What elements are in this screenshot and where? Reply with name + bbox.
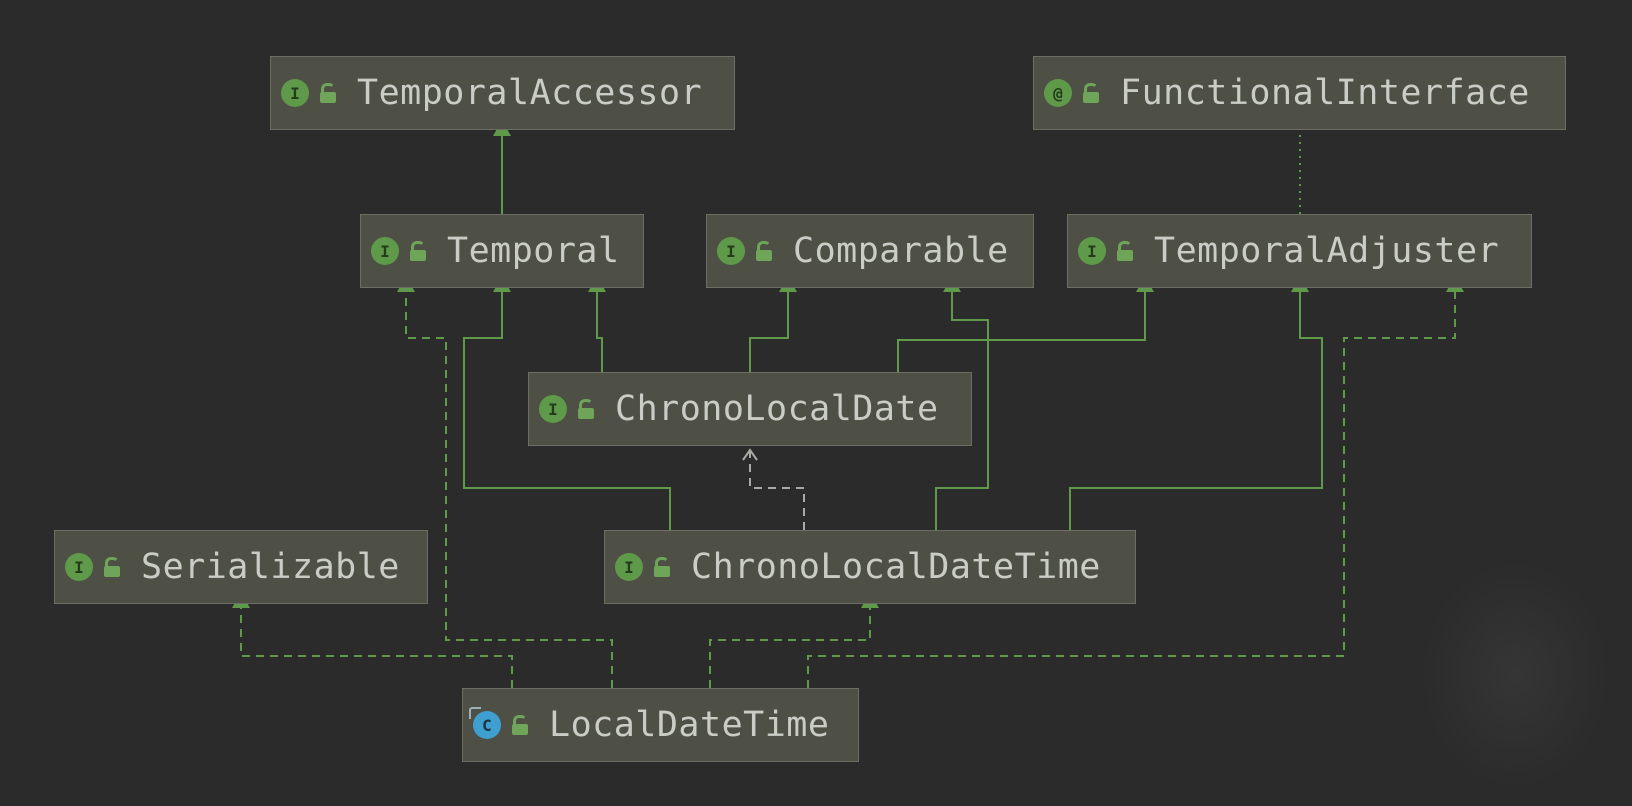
interface-icon: I <box>371 237 399 265</box>
node-chrono-local-date-time[interactable]: I ChronoLocalDateTime <box>604 530 1136 604</box>
node-comparable[interactable]: I Comparable <box>706 214 1034 288</box>
edge-chrono-local-date-to-temporal-adjuster <box>897 290 1146 372</box>
edge-chrono-local-date-time-to-chrono-local-date <box>749 450 805 530</box>
node-temporal-accessor[interactable]: I TemporalAccessor <box>270 56 735 130</box>
node-serializable[interactable]: I Serializable <box>54 530 428 604</box>
unlocked-icon <box>509 714 531 736</box>
edge-chrono-local-date-to-temporal <box>596 290 603 372</box>
unlocked-icon <box>1114 240 1136 262</box>
edge-chrono-local-date-to-comparable <box>749 290 789 372</box>
edge-local-date-time-to-chrono-local-date-time <box>709 606 871 688</box>
uml-class-diagram: I TemporalAccessor @ FunctionalInterface… <box>0 0 1632 806</box>
node-label: Serializable <box>141 547 400 587</box>
node-temporal-adjuster[interactable]: I TemporalAdjuster <box>1067 214 1532 288</box>
node-label: LocalDateTime <box>549 705 830 745</box>
background-glow <box>1420 560 1610 790</box>
node-label: TemporalAccessor <box>357 73 703 113</box>
unlocked-icon <box>101 556 123 578</box>
interface-icon: I <box>615 553 643 581</box>
node-label: FunctionalInterface <box>1120 73 1530 113</box>
node-functional-interface[interactable]: @ FunctionalInterface <box>1033 56 1566 130</box>
unlocked-icon <box>575 398 597 420</box>
node-label: TemporalAdjuster <box>1154 231 1500 271</box>
unlocked-icon <box>317 82 339 104</box>
interface-icon: I <box>539 395 567 423</box>
unlocked-icon <box>1080 82 1102 104</box>
unlocked-icon <box>651 556 673 578</box>
annotation-icon: @ <box>1044 79 1072 107</box>
edge-chrono-local-date-time-to-temporal-adjuster <box>1069 290 1323 530</box>
node-label: ChronoLocalDate <box>615 389 939 429</box>
node-local-date-time[interactable]: C LocalDateTime <box>462 688 859 762</box>
interface-icon: I <box>1078 237 1106 265</box>
unlocked-icon <box>753 240 775 262</box>
interface-icon: I <box>65 553 93 581</box>
node-label: ChronoLocalDateTime <box>691 547 1101 587</box>
class-icon: C <box>469 707 501 739</box>
node-chrono-local-date[interactable]: I ChronoLocalDate <box>528 372 972 446</box>
interface-icon: I <box>717 237 745 265</box>
edge-local-date-time-to-serializable <box>240 606 513 688</box>
unlocked-icon <box>407 240 429 262</box>
node-label: Temporal <box>447 231 620 271</box>
node-temporal[interactable]: I Temporal <box>360 214 644 288</box>
interface-icon: I <box>281 79 309 107</box>
node-label: Comparable <box>793 231 1009 271</box>
